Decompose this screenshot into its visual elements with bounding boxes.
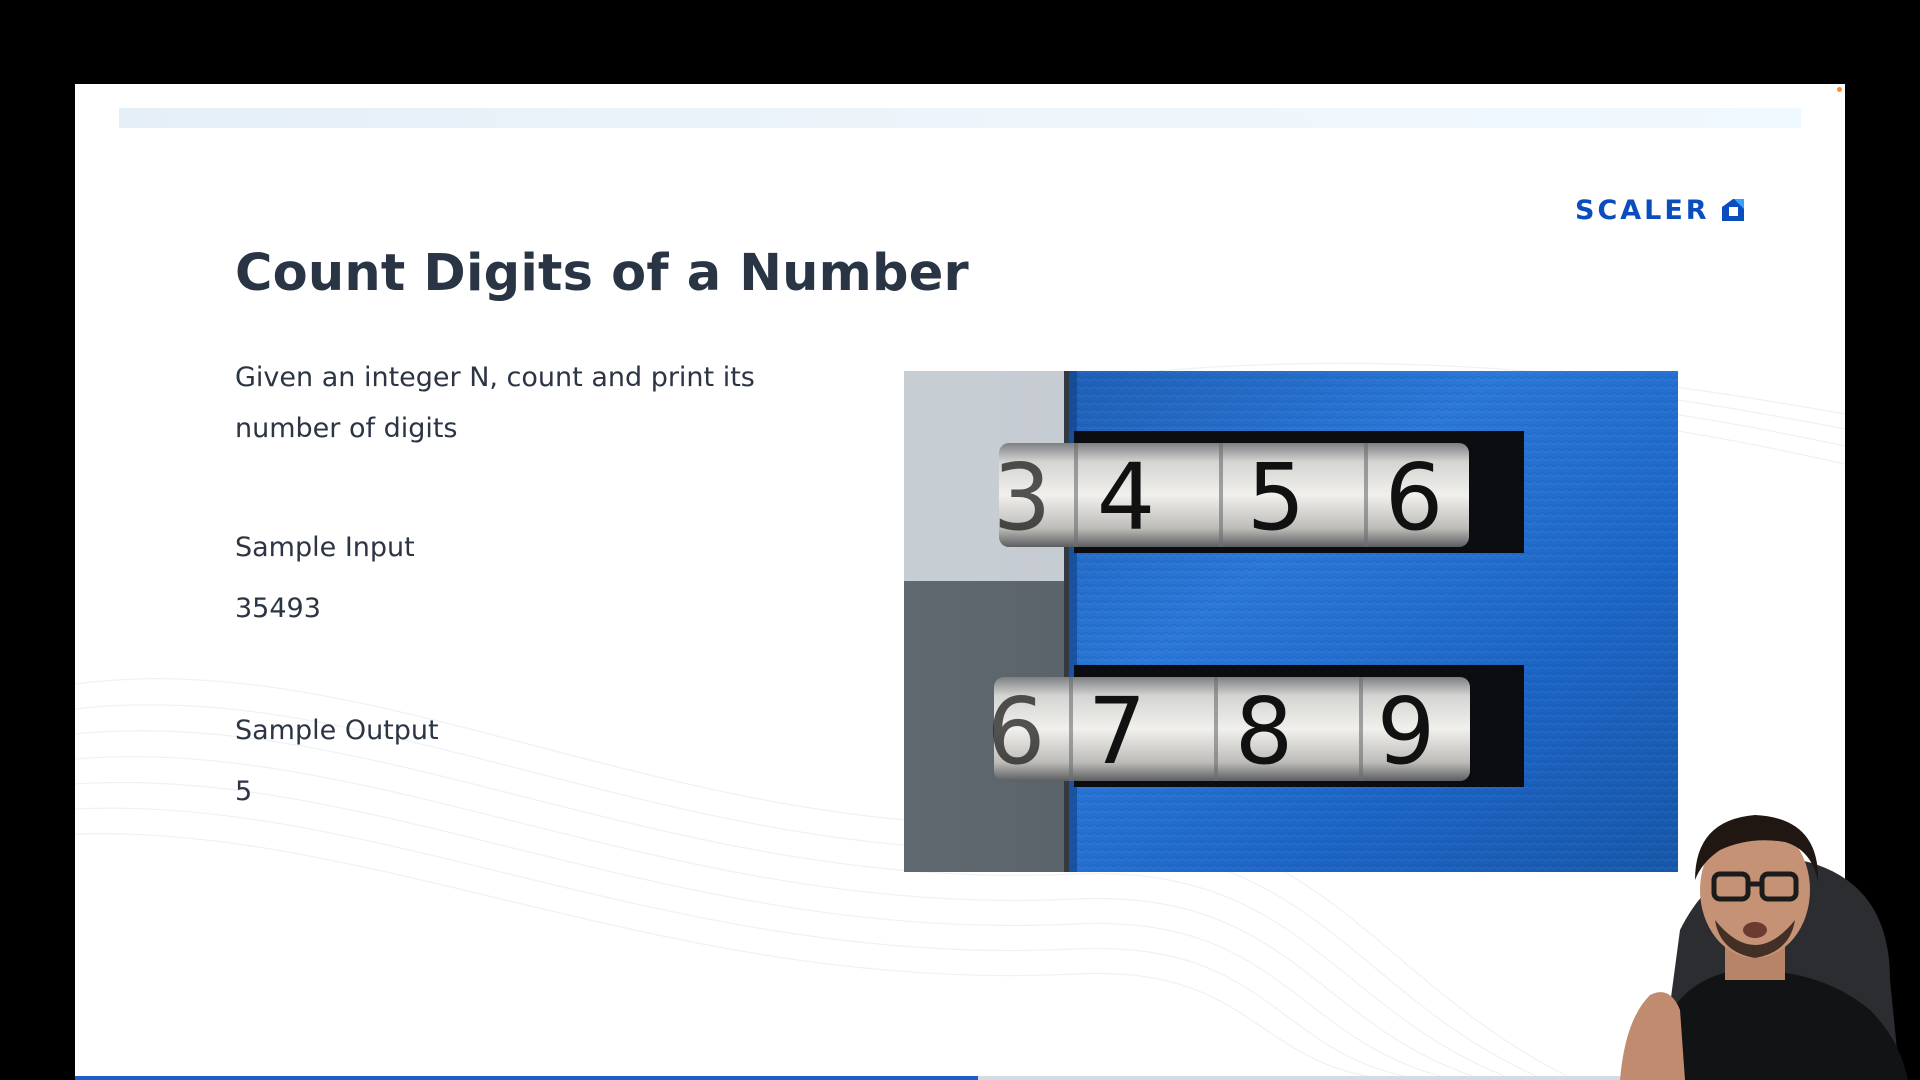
scaler-logo-icon <box>1721 199 1744 221</box>
sample-input-value: 35493 <box>235 593 321 624</box>
svg-text:8: 8 <box>1235 678 1294 785</box>
slide-header-strip <box>119 108 1801 128</box>
svg-text:7: 7 <box>1088 678 1147 785</box>
page-title: Count Digits of a Number <box>235 244 969 303</box>
svg-text:9: 9 <box>1377 678 1436 785</box>
svg-text:3: 3 <box>993 444 1052 551</box>
svg-text:6: 6 <box>987 678 1046 785</box>
brand-name: SCALER <box>1575 194 1710 226</box>
brand-logo: SCALER <box>1575 190 1748 230</box>
video-progress-bar[interactable] <box>75 1076 1845 1080</box>
svg-text:4: 4 <box>1097 444 1156 551</box>
presenter-webcam-overlay <box>1620 815 1908 1080</box>
sample-output-label: Sample Output <box>235 715 439 746</box>
problem-description: Given an integer N, count and print its … <box>235 362 755 444</box>
svg-text:5: 5 <box>1247 444 1306 551</box>
presentation-slide: SCALER Count Digits of a Number Given an… <box>75 84 1845 1080</box>
video-progress-fill <box>75 1076 978 1080</box>
sample-input-label: Sample Input <box>235 532 415 563</box>
svg-text:6: 6 <box>1385 444 1444 551</box>
status-dot <box>1837 87 1842 92</box>
combination-lock-photo: 3 4 5 6 6 7 8 9 <box>904 371 1678 872</box>
sample-output-value: 5 <box>235 776 253 807</box>
